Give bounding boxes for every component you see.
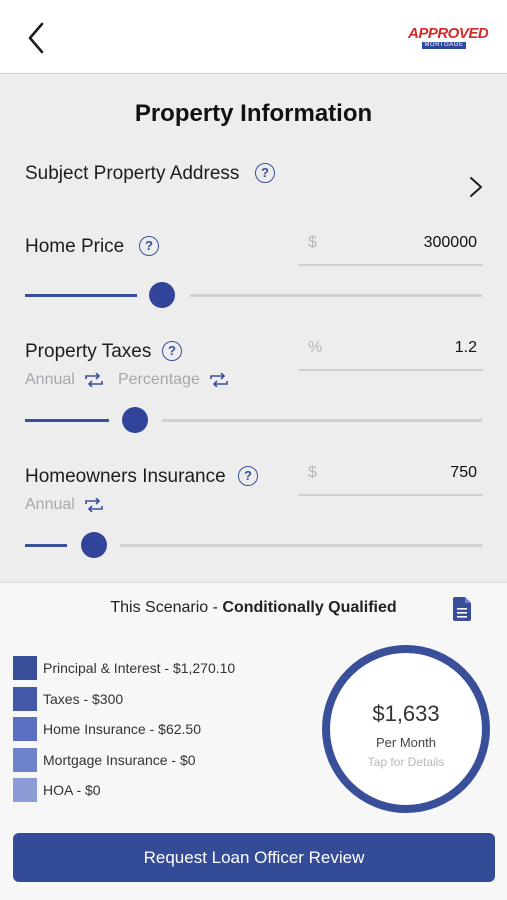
- insurance-label: Homeowners Insurance: [25, 466, 226, 487]
- insurance-help-icon[interactable]: ?: [238, 466, 258, 486]
- brand-logo: APPROVED MORTGAGE: [408, 25, 489, 49]
- property-taxes-slider-track[interactable]: [162, 419, 482, 422]
- insurance-slider-fill: [25, 544, 67, 547]
- insurance-annual-toggle[interactable]: Annual: [25, 496, 105, 514]
- legend-swatch: [13, 656, 37, 680]
- document-icon[interactable]: [453, 597, 471, 621]
- home-price-slider-fill: [25, 294, 137, 297]
- insurance-field[interactable]: $ 750: [299, 460, 483, 496]
- address-help-icon[interactable]: ?: [255, 163, 275, 183]
- home-price-help-icon[interactable]: ?: [139, 236, 159, 256]
- property-taxes-help-icon[interactable]: ?: [162, 341, 182, 361]
- scenario-status: This Scenario - Conditionally Qualified: [110, 599, 397, 616]
- home-price-slider-track[interactable]: [190, 294, 482, 297]
- swap-icon: [85, 497, 104, 512]
- property-taxes-prefix: %: [308, 339, 323, 356]
- home-price-slider-knob[interactable]: [149, 282, 175, 308]
- legend-label: Home Insurance - $62.50: [43, 721, 201, 737]
- page-title: Property Information: [134, 100, 373, 127]
- insurance-slider-knob[interactable]: [81, 532, 107, 558]
- legend-label: HOA - $0: [43, 782, 101, 798]
- home-price-value[interactable]: 300000: [424, 234, 477, 252]
- legend-swatch: [13, 778, 37, 802]
- swap-icon: [85, 372, 104, 387]
- insurance-value[interactable]: 750: [450, 464, 477, 482]
- legend-label: Taxes - $300: [43, 690, 124, 707]
- request-review-button[interactable]: Request Loan Officer Review: [13, 833, 495, 882]
- property-taxes-slider-fill: [25, 419, 109, 422]
- taxes-annual-toggle[interactable]: Annual: [25, 371, 105, 389]
- swap-icon: [210, 372, 229, 387]
- insurance-prefix: $: [308, 464, 317, 481]
- legend-label: Mortgage Insurance - $0: [43, 751, 196, 768]
- home-price-field[interactable]: $ 300000: [299, 230, 483, 266]
- property-taxes-label: Property Taxes: [25, 341, 152, 362]
- back-chevron-icon[interactable]: [22, 20, 52, 56]
- monthly-amount: $1,633: [372, 701, 440, 726]
- address-chevron-icon[interactable]: [468, 176, 484, 198]
- top-bar: APPROVED MORTGAGE: [0, 0, 507, 74]
- property-taxes-slider-knob[interactable]: [122, 407, 148, 433]
- tap-details-label: Tap for Details: [367, 755, 445, 769]
- insurance-slider-track[interactable]: [120, 544, 482, 547]
- monthly-payment-ring[interactable]: $1,633 Per Month Tap for Details: [322, 645, 490, 813]
- property-taxes-field[interactable]: % 1.2: [299, 335, 483, 371]
- per-month-label: Per Month: [376, 735, 436, 750]
- property-taxes-value[interactable]: 1.2: [455, 339, 477, 357]
- taxes-percentage-toggle[interactable]: Percentage: [118, 371, 230, 389]
- legend-swatch: [13, 717, 37, 741]
- legend-swatch: [13, 747, 37, 772]
- home-price-prefix: $: [308, 234, 317, 251]
- address-label[interactable]: Subject Property Address: [25, 163, 239, 185]
- legend-label: Principal & Interest - $1,270.10: [43, 660, 236, 676]
- legend-swatch: [13, 686, 37, 711]
- home-price-label: Home Price: [25, 236, 125, 257]
